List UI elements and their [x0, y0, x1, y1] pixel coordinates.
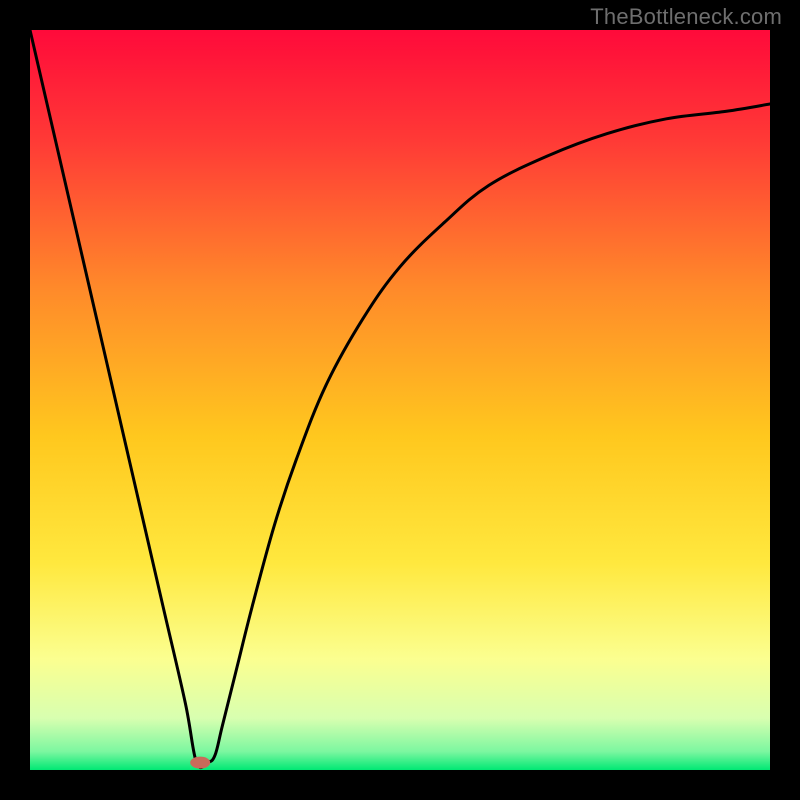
chart-background — [30, 30, 770, 770]
chart-frame: TheBottleneck.com — [0, 0, 800, 800]
watermark-text: TheBottleneck.com — [590, 4, 782, 30]
optimal-point-marker — [190, 757, 210, 769]
plot-area — [30, 30, 770, 770]
chart-svg — [30, 30, 770, 770]
